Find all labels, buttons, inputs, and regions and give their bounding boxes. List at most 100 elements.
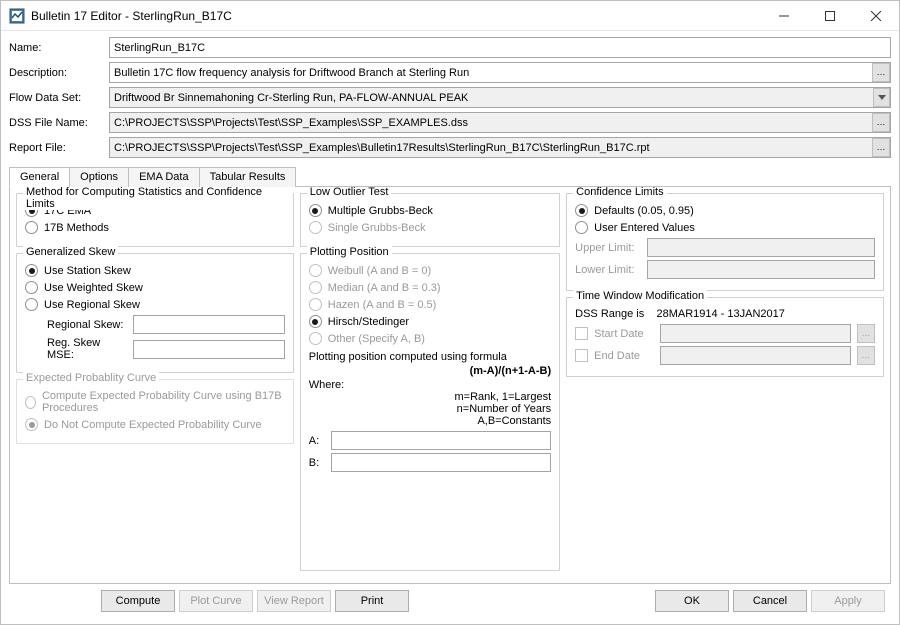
radio-label: User Entered Values — [594, 222, 695, 234]
radio-weibull: Weibull (A and B = 0) — [309, 264, 551, 277]
group-low-outlier-test: Low Outlier Test Multiple Grubbs-Beck Si… — [300, 193, 560, 247]
description-label: Description: — [9, 67, 101, 79]
radio-icon — [309, 204, 322, 217]
b-input[interactable] — [331, 453, 551, 472]
end-date-label: End Date — [594, 350, 654, 362]
radio-label: Single Grubbs-Beck — [328, 222, 426, 234]
group-time-window: Time Window Modification DSS Range is 28… — [566, 297, 884, 377]
description-input[interactable] — [109, 62, 891, 83]
report-file-field: … — [109, 137, 891, 158]
a-label: A: — [309, 435, 325, 447]
radio-defaults[interactable]: Defaults (0.05, 0.95) — [575, 204, 875, 217]
report-file-ellipsis-button[interactable]: … — [872, 138, 890, 157]
dss-file-ellipsis-button[interactable]: … — [872, 113, 890, 132]
start-date-label: Start Date — [594, 328, 654, 340]
end-date-input — [660, 346, 851, 365]
group-method-title: Method for Computing Statistics and Conf… — [23, 187, 293, 210]
radio-label: Use Weighted Skew — [44, 282, 143, 294]
radio-label: Other (Specify A, B) — [328, 333, 425, 345]
radio-use-weighted-skew[interactable]: Use Weighted Skew — [25, 281, 285, 294]
radio-icon — [309, 298, 322, 311]
window-title: Bulletin 17 Editor - SterlingRun_B17C — [31, 9, 761, 23]
b-label: B: — [309, 457, 325, 469]
end-date-picker-button: … — [857, 346, 875, 365]
tab-general[interactable]: General — [9, 167, 70, 187]
lower-limit-label: Lower Limit: — [575, 264, 641, 276]
upper-limit-input — [647, 238, 875, 257]
print-button[interactable]: Print — [335, 590, 409, 612]
radio-dont-compute-expected: Do Not Compute Expected Probability Curv… — [25, 418, 285, 431]
tab-ema-data[interactable]: EMA Data — [128, 167, 200, 187]
description-ellipsis-button[interactable]: … — [872, 63, 890, 82]
radio-label: Do Not Compute Expected Probability Curv… — [44, 419, 262, 431]
radio-label: Hirsch/Stedinger — [328, 316, 409, 328]
radio-icon — [25, 298, 38, 311]
formula: (m-A)/(n+1-A-B) — [309, 365, 551, 377]
radio-icon — [25, 418, 38, 431]
radio-label: Multiple Grubbs-Beck — [328, 205, 433, 217]
titlebar: Bulletin 17 Editor - SterlingRun_B17C — [1, 1, 899, 31]
view-report-button: View Report — [257, 590, 331, 612]
radio-use-regional-skew[interactable]: Use Regional Skew — [25, 298, 285, 311]
group-expected-title: Expected Probablity Curve — [23, 372, 159, 384]
group-method: Method for Computing Statistics and Conf… — [16, 193, 294, 247]
radio-icon — [309, 264, 322, 277]
radio-user-entered[interactable]: User Entered Values — [575, 221, 875, 234]
dss-file-field: … — [109, 112, 891, 133]
dss-file-input[interactable] — [109, 112, 891, 133]
compute-button[interactable]: Compute — [101, 590, 175, 612]
formula-intro: Plotting position computed using formula — [309, 351, 551, 363]
ok-button[interactable]: OK — [655, 590, 729, 612]
start-date-picker-button: … — [857, 324, 875, 343]
a-input[interactable] — [331, 431, 551, 450]
name-input[interactable] — [109, 37, 891, 58]
report-file-input[interactable] — [109, 137, 891, 158]
regional-skew-input[interactable] — [133, 315, 285, 334]
window: Bulletin 17 Editor - SterlingRun_B17C Na… — [0, 0, 900, 625]
end-date-checkbox[interactable] — [575, 349, 588, 362]
cancel-button[interactable]: Cancel — [733, 590, 807, 612]
footer: Compute Plot Curve View Report Print OK … — [9, 584, 891, 620]
group-skew-title: Generalized Skew — [23, 246, 118, 258]
flow-data-set-combo[interactable] — [109, 87, 891, 108]
radio-use-station-skew[interactable]: Use Station Skew — [25, 264, 285, 277]
radio-label: Compute Expected Probability Curve using… — [42, 390, 285, 414]
window-controls — [761, 1, 899, 30]
radio-17b-methods[interactable]: 17B Methods — [25, 221, 285, 234]
reg-skew-mse-label: Reg. Skew MSE: — [47, 337, 127, 361]
group-time-window-title: Time Window Modification — [573, 290, 707, 302]
radio-icon — [25, 281, 38, 294]
radio-label: Use Station Skew — [44, 265, 131, 277]
radio-median: Median (A and B = 0.3) — [309, 281, 551, 294]
radio-icon — [25, 396, 36, 409]
radio-label: Median (A and B = 0.3) — [328, 282, 441, 294]
radio-label: 17B Methods — [44, 222, 109, 234]
radio-single-grubbs-beck: Single Grubbs-Beck — [309, 221, 551, 234]
close-button[interactable] — [853, 1, 899, 30]
app-icon — [9, 8, 25, 24]
report-file-label: Report File: — [9, 142, 101, 154]
radio-compute-expected: Compute Expected Probability Curve using… — [25, 390, 285, 414]
start-date-input — [660, 324, 851, 343]
radio-other-ab: Other (Specify A, B) — [309, 332, 551, 345]
radio-multiple-grubbs-beck[interactable]: Multiple Grubbs-Beck — [309, 204, 551, 217]
radio-label: Defaults (0.05, 0.95) — [594, 205, 694, 217]
dss-range-value: 28MAR1914 - 13JAN2017 — [656, 308, 784, 320]
flow-data-set-input[interactable] — [109, 87, 891, 108]
tab-options[interactable]: Options — [69, 167, 129, 187]
minimize-button[interactable] — [761, 1, 807, 30]
radio-icon — [575, 204, 588, 217]
legend-n: n=Number of Years — [309, 403, 551, 415]
name-label: Name: — [9, 42, 101, 54]
flow-data-set-label: Flow Data Set: — [9, 92, 101, 104]
radio-hazen: Hazen (A and B = 0.5) — [309, 298, 551, 311]
radio-label: Weibull (A and B = 0) — [328, 265, 431, 277]
radio-hirsch-stedinger[interactable]: Hirsch/Stedinger — [309, 315, 551, 328]
tab-tabular-results[interactable]: Tabular Results — [199, 167, 297, 187]
radio-label: Use Regional Skew — [44, 299, 140, 311]
start-date-checkbox[interactable] — [575, 327, 588, 340]
radio-icon — [575, 221, 588, 234]
reg-skew-mse-input[interactable] — [133, 340, 285, 359]
maximize-button[interactable] — [807, 1, 853, 30]
chevron-down-icon[interactable] — [873, 88, 890, 107]
